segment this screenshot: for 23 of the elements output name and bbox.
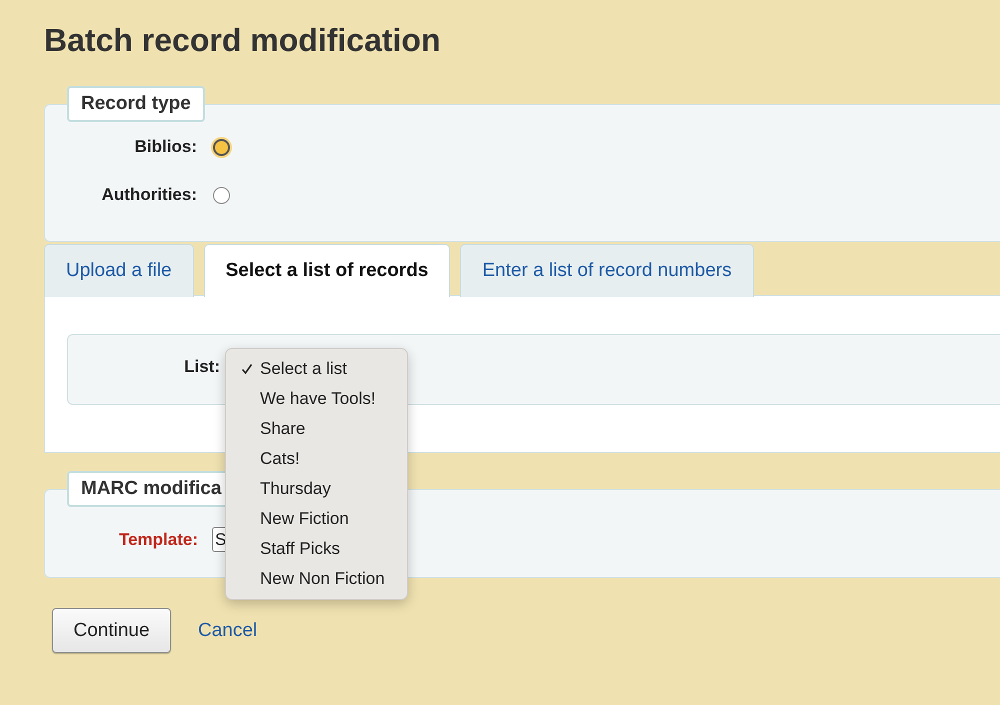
radio-button[interactable] xyxy=(213,138,230,156)
menu-item[interactable]: Cats! xyxy=(260,449,300,469)
template-select[interactable]: S xyxy=(212,527,226,552)
menu-item[interactable]: Thursday xyxy=(260,479,331,499)
menu-item[interactable]: New Non Fiction xyxy=(260,569,385,589)
menu-item[interactable]: Select a list xyxy=(260,359,347,379)
page-title: Batch record modification xyxy=(44,22,442,58)
radio-button[interactable] xyxy=(213,186,230,204)
tab[interactable]: Select a list of records xyxy=(204,244,450,297)
radio-label: Authorities: xyxy=(100,185,197,205)
tab[interactable]: Upload a file xyxy=(44,244,194,297)
radio-label: Biblios: xyxy=(134,137,197,157)
section-legend: MARC modifica xyxy=(67,471,228,507)
field-label: List: xyxy=(183,357,220,377)
menu-item[interactable]: We have Tools! xyxy=(260,389,376,409)
menu-item[interactable]: Share xyxy=(260,419,306,439)
continue-button[interactable]: Continue xyxy=(52,608,171,653)
menu-item[interactable]: New Fiction xyxy=(260,509,349,529)
section-legend: Record type xyxy=(67,86,205,122)
field-label: Template: xyxy=(118,530,198,550)
tab[interactable]: Enter a list of record numbers xyxy=(460,244,754,297)
cancel-link[interactable]: Cancel xyxy=(198,620,258,642)
menu-item[interactable]: Staff Picks xyxy=(260,539,340,559)
